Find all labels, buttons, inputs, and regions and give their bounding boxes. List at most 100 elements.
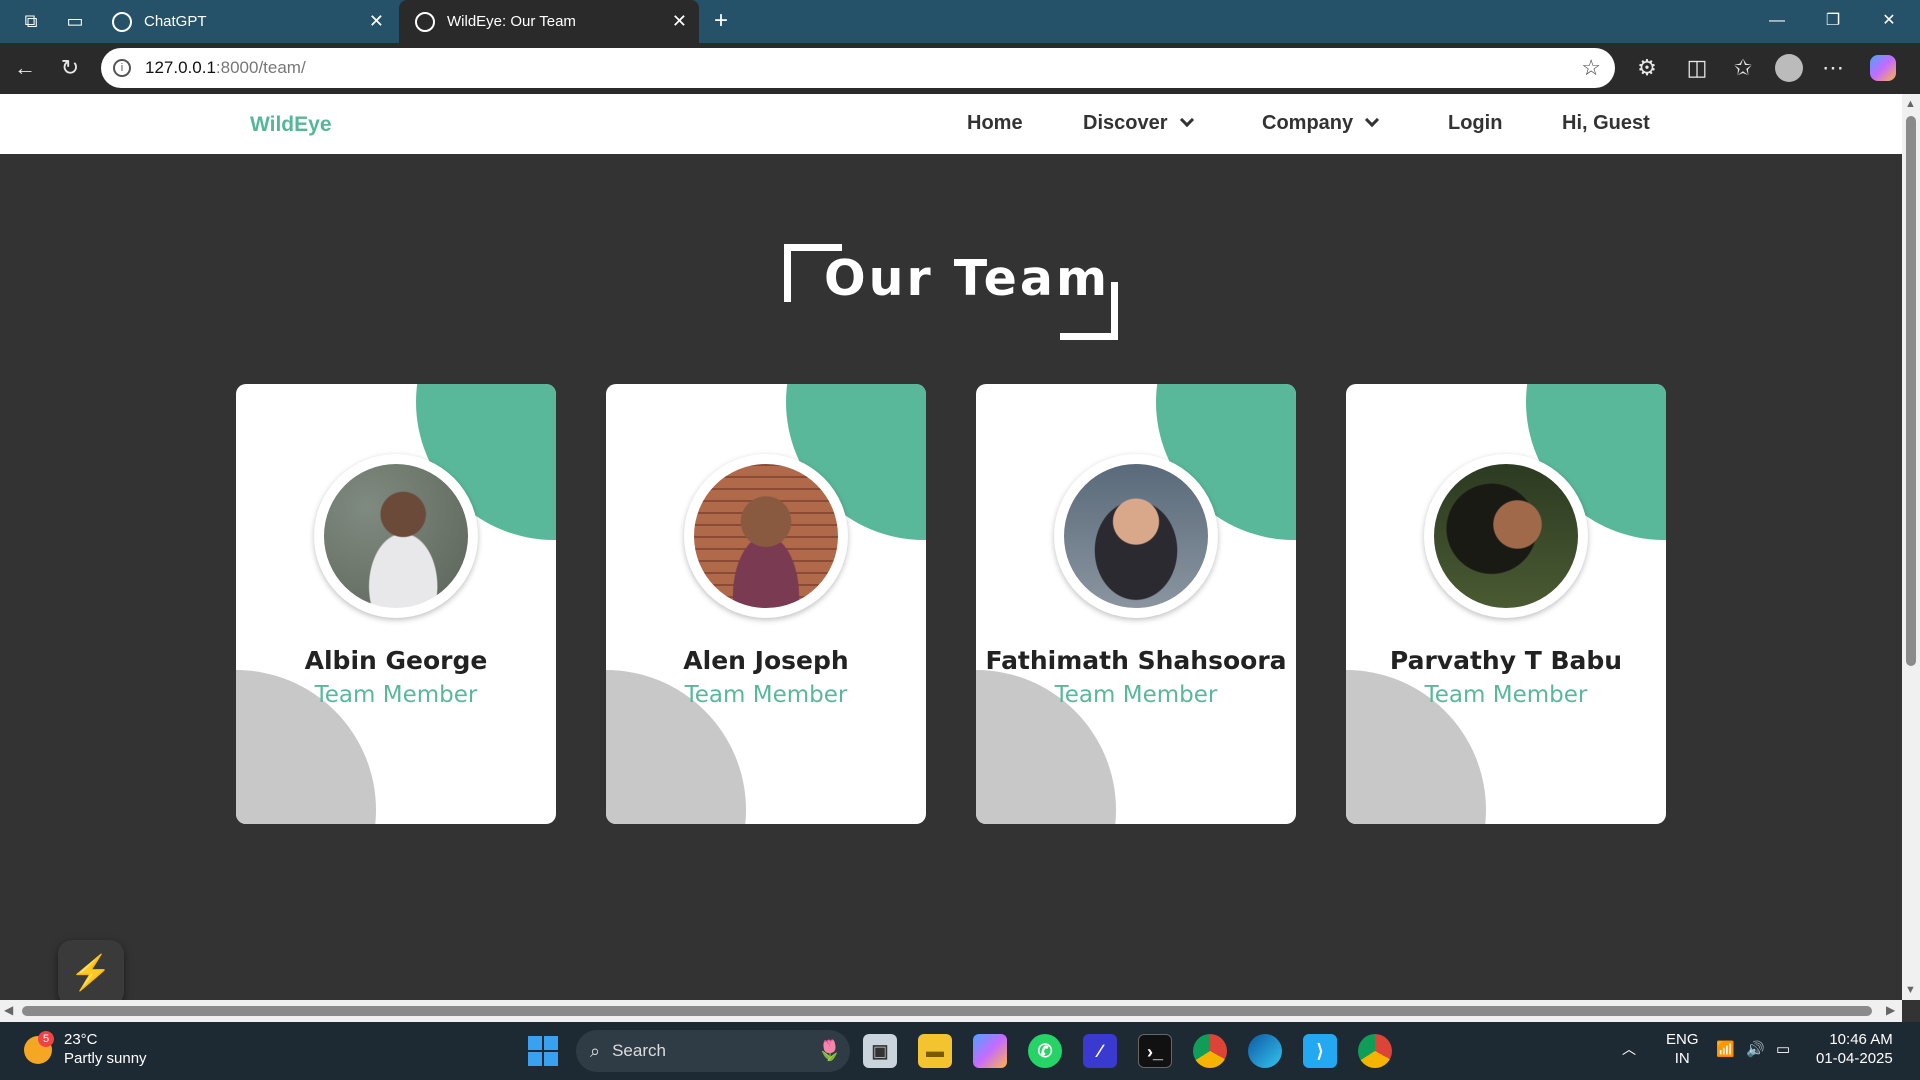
scroll-thumb[interactable] [1906,116,1916,666]
notification-badge: 5 [38,1031,54,1047]
terminal-icon[interactable]: ›_ [1138,1034,1172,1068]
floating-action-button[interactable]: ⚡ [58,940,124,1006]
nav-discover[interactable]: Discover [1083,112,1194,135]
member-name: Alen Joseph [683,646,849,675]
team-card: Fathimath Shahsoora Team Member [976,384,1296,824]
scroll-right-icon[interactable]: ▶ [1886,1003,1895,1017]
language-indicator[interactable]: ENG IN [1666,1030,1699,1068]
member-photo [1434,464,1578,608]
browser-tab-bar: ⧉ ▭ ChatGPT ✕ WildEye: Our Team ✕ + — ❐ … [0,0,1920,43]
weather-desc: Partly sunny [64,1050,147,1067]
member-role: Team Member [684,682,848,708]
clock-time: 10:46 AM [1829,1031,1893,1048]
nav-login[interactable]: Login [1448,112,1502,135]
tab-chatgpt[interactable]: ChatGPT ✕ [96,0,396,43]
avatar [314,454,478,618]
address-bar[interactable]: i 127.0.0.1:8000/team/ ☆ [101,48,1615,88]
copilot-icon[interactable] [1870,55,1896,81]
chatgpt-favicon-icon [112,11,132,32]
page-title: Our Team [824,250,1111,307]
extensions-icon[interactable]: ⚙ [1632,53,1662,83]
minimize-icon[interactable]: — [1762,8,1792,34]
nav-greeting[interactable]: Hi, Guest [1562,112,1650,135]
wifi-icon[interactable]: 📶 [1716,1040,1735,1059]
member-name: Albin George [304,646,488,675]
member-photo [1064,464,1208,608]
edge-icon[interactable] [1248,1034,1282,1068]
copilot-app-icon[interactable] [973,1034,1007,1068]
profile-avatar[interactable] [1775,54,1803,82]
section-heading: Our Team [784,244,1118,340]
scroll-up-icon[interactable]: ▲ [1905,98,1916,110]
nav-discover-label: Discover [1083,112,1168,134]
workspaces-icon[interactable]: ⧉ [18,8,44,34]
vertical-scrollbar[interactable]: ▲ ▼ [1902,94,1920,1000]
globe-icon [415,11,435,32]
browser-toolbar: ← ↻ i 127.0.0.1:8000/team/ ☆ ⚙ ◫ ✩ ⋯ [0,43,1920,94]
member-photo [324,464,468,608]
weather-temp: 23°C [64,1031,98,1048]
search-icon: ⌕ [590,1040,601,1061]
close-window-icon[interactable]: ✕ [1874,8,1904,34]
member-role: Team Member [314,682,478,708]
split-screen-icon[interactable]: ◫ [1682,53,1712,83]
weather-widget[interactable]: 5 23°C Partly sunny [24,1030,147,1068]
member-role: Team Member [1054,682,1218,708]
close-tab-icon[interactable]: ✕ [369,11,384,31]
new-tab-icon[interactable]: + [708,8,734,34]
url-text: 127.0.0.1:8000/team/ [145,58,306,77]
nav-company-label: Company [1262,112,1354,134]
horizontal-scrollbar[interactable]: ◀ ▶ [0,1000,1902,1022]
team-card: Parvathy T Babu Team Member [1346,384,1666,824]
site-logo[interactable]: WildEye [250,113,332,137]
show-hidden-icons-icon[interactable]: ︿ [1622,1040,1636,1059]
vscode-icon[interactable]: ⟩ [1303,1034,1337,1068]
nav-home[interactable]: Home [967,112,1023,135]
team-card: Alen Joseph Team Member [606,384,926,824]
avatar [1424,454,1588,618]
site-info-icon[interactable]: i [113,59,131,77]
tulips-icon: 🌷 [817,1040,842,1062]
scroll-down-icon[interactable]: ▼ [1905,984,1916,996]
chevron-down-icon [1179,112,1194,128]
file-explorer-icon[interactable]: ▬ [918,1034,952,1068]
nav-company[interactable]: Company [1262,112,1380,135]
clock[interactable]: 10:46 AM 01-04-2025 [1816,1030,1893,1068]
lang-region: IN [1674,1050,1690,1067]
more-icon[interactable]: ⋯ [1818,53,1848,83]
favorite-star-icon[interactable]: ☆ [1581,55,1601,81]
whatsapp-icon[interactable]: ✆ [1028,1034,1062,1068]
member-role: Team Member [1424,682,1588,708]
windows-start-icon[interactable] [528,1036,558,1066]
favorites-icon[interactable]: ✩ [1728,53,1758,83]
lightning-icon: ⚡ [69,954,113,992]
tab-wildeye[interactable]: WildEye: Our Team ✕ [399,0,699,43]
clock-date: 01-04-2025 [1816,1050,1893,1067]
team-card: Albin George Team Member [236,384,556,824]
vertical-tabs-icon[interactable]: ▭ [62,8,88,34]
lang-code: ENG [1666,1031,1699,1048]
os-taskbar: 5 23°C Partly sunny ⌕ Search 🌷 ▣ ▬ ✆ ∕ ›… [0,1022,1920,1080]
member-photo [694,464,838,608]
back-icon[interactable]: ← [10,53,40,83]
refresh-icon[interactable]: ↻ [55,53,85,83]
battery-icon[interactable]: ▭ [1776,1040,1790,1059]
tab-title: WildEye: Our Team [447,13,576,30]
member-name: Parvathy T Babu [1389,646,1623,675]
close-tab-icon[interactable]: ✕ [672,11,687,31]
chrome-icon[interactable] [1193,1034,1227,1068]
scroll-thumb[interactable] [22,1006,1872,1016]
avatar [684,454,848,618]
tab-title: ChatGPT [144,13,207,30]
scroll-left-icon[interactable]: ◀ [4,1003,13,1017]
page-viewport: WildEye Home Discover Company Login Hi, … [0,94,1902,1006]
taskbar-search[interactable]: ⌕ Search 🌷 [576,1030,850,1072]
chevron-down-icon [1365,112,1380,128]
volume-icon[interactable]: 🔊 [1746,1040,1765,1059]
site-navbar: WildEye Home Discover Company Login Hi, … [0,94,1902,154]
restore-icon[interactable]: ❐ [1818,8,1848,34]
task-view-icon[interactable]: ▣ [863,1034,897,1068]
visual-studio-icon[interactable]: ∕ [1083,1034,1117,1068]
chrome-profile-icon[interactable] [1358,1034,1392,1068]
search-label: Search [612,1041,666,1060]
